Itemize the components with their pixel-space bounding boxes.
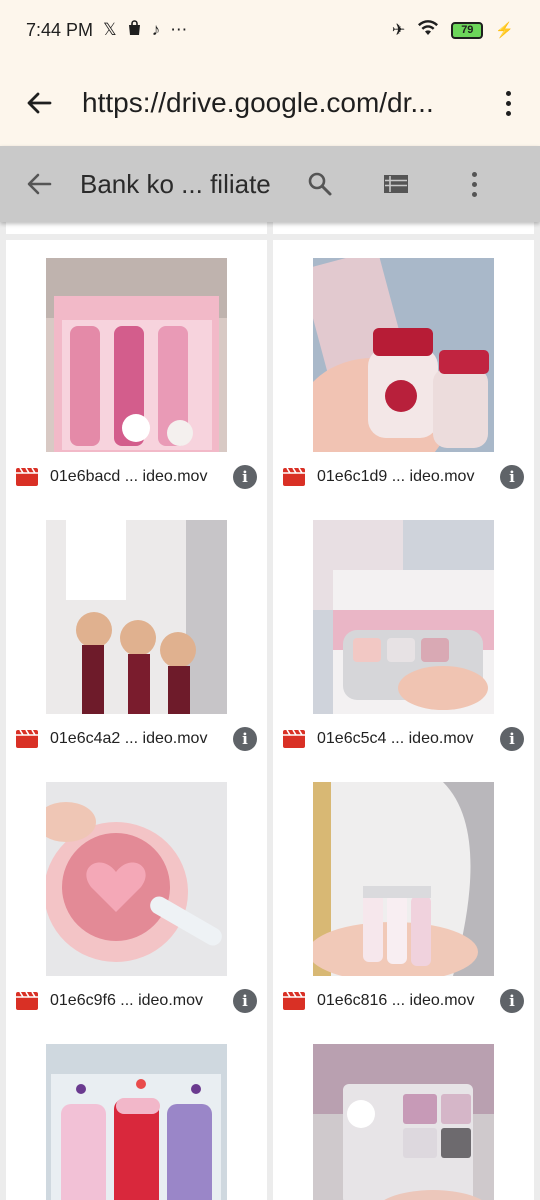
file-name: 01e6c5c4 ... ideo.mov [317, 730, 474, 747]
tiktok-icon: ♪ [151, 20, 161, 39]
video-thumbnail [313, 1044, 494, 1200]
info-icon[interactable]: i [500, 727, 524, 751]
file-name: 01e6c4a2 ... ideo.mov [50, 730, 208, 747]
info-icon[interactable]: i [500, 465, 524, 489]
airplane-icon: ✈ [391, 22, 406, 39]
file-card[interactable]: 01e6c816 ... ideo.mov i [273, 764, 534, 1026]
video-thumbnail [46, 520, 227, 714]
url-text[interactable]: https://drive.google.com/dr... [82, 87, 474, 119]
drive-menu-icon[interactable] [465, 171, 485, 197]
video-file-icon [16, 991, 38, 1010]
video-file-icon [16, 729, 38, 748]
folder-title: Bank ko ... filiate [80, 168, 271, 199]
video-file-icon [16, 467, 38, 486]
video-thumbnail [313, 520, 494, 714]
battery-icon: 79 [451, 21, 484, 39]
file-card[interactable]: 01e6c5c4 ... ideo.mov i [273, 502, 534, 764]
browser-back-arrow-icon[interactable] [22, 86, 56, 120]
video-thumbnail [46, 1044, 227, 1200]
status-bar: 7:44 PM 𝕏 ♪ ⋯ ✈ 79 ⚡ [0, 0, 540, 60]
browser-menu-icon[interactable] [498, 90, 518, 116]
file-card[interactable]: 01e6c1d9 ... ideo.mov i [273, 240, 534, 502]
file-name: 01e6bacd ... ideo.mov [50, 468, 208, 485]
folder-back-arrow-icon[interactable] [24, 169, 54, 199]
shopping-bag-icon [127, 19, 142, 41]
file-card[interactable]: 01e6c9f6 ... ideo.mov i [6, 764, 267, 1026]
info-icon[interactable]: i [233, 465, 257, 489]
info-icon[interactable]: i [500, 989, 524, 1013]
video-file-icon [283, 729, 305, 748]
info-icon[interactable]: i [233, 989, 257, 1013]
file-name: 01e6c9f6 ... ideo.mov [50, 992, 203, 1009]
more-horiz-icon: ⋯ [170, 20, 188, 39]
video-thumbnail [313, 782, 494, 976]
file-card[interactable] [273, 1026, 534, 1200]
file-grid: 01e6bacd ... ideo.mov i 01e6c1d9 ... ide… [0, 222, 540, 1200]
video-file-icon [283, 991, 305, 1010]
drive-toolbar: Bank ko ... filiate [0, 146, 540, 222]
list-view-icon[interactable] [381, 169, 411, 199]
charging-icon: ⚡ [495, 22, 514, 39]
file-card[interactable] [273, 222, 534, 234]
search-icon[interactable] [305, 169, 335, 199]
file-card[interactable]: 01e6bacd ... ideo.mov i [6, 240, 267, 502]
info-icon[interactable]: i [233, 727, 257, 751]
file-name: 01e6c816 ... ideo.mov [317, 992, 475, 1009]
file-card[interactable] [6, 222, 267, 234]
file-card[interactable]: 01e6c4a2 ... ideo.mov i [6, 502, 267, 764]
file-card[interactable] [6, 1026, 267, 1200]
video-file-icon [283, 467, 305, 486]
browser-url-bar: https://drive.google.com/dr... [0, 60, 540, 146]
video-thumbnail [46, 782, 227, 976]
video-thumbnail [46, 258, 227, 452]
status-time: 7:44 PM [26, 19, 94, 40]
x-icon: 𝕏 [103, 20, 117, 39]
wifi-icon [417, 19, 439, 41]
file-name: 01e6c1d9 ... ideo.mov [317, 468, 475, 485]
video-thumbnail [313, 258, 494, 452]
